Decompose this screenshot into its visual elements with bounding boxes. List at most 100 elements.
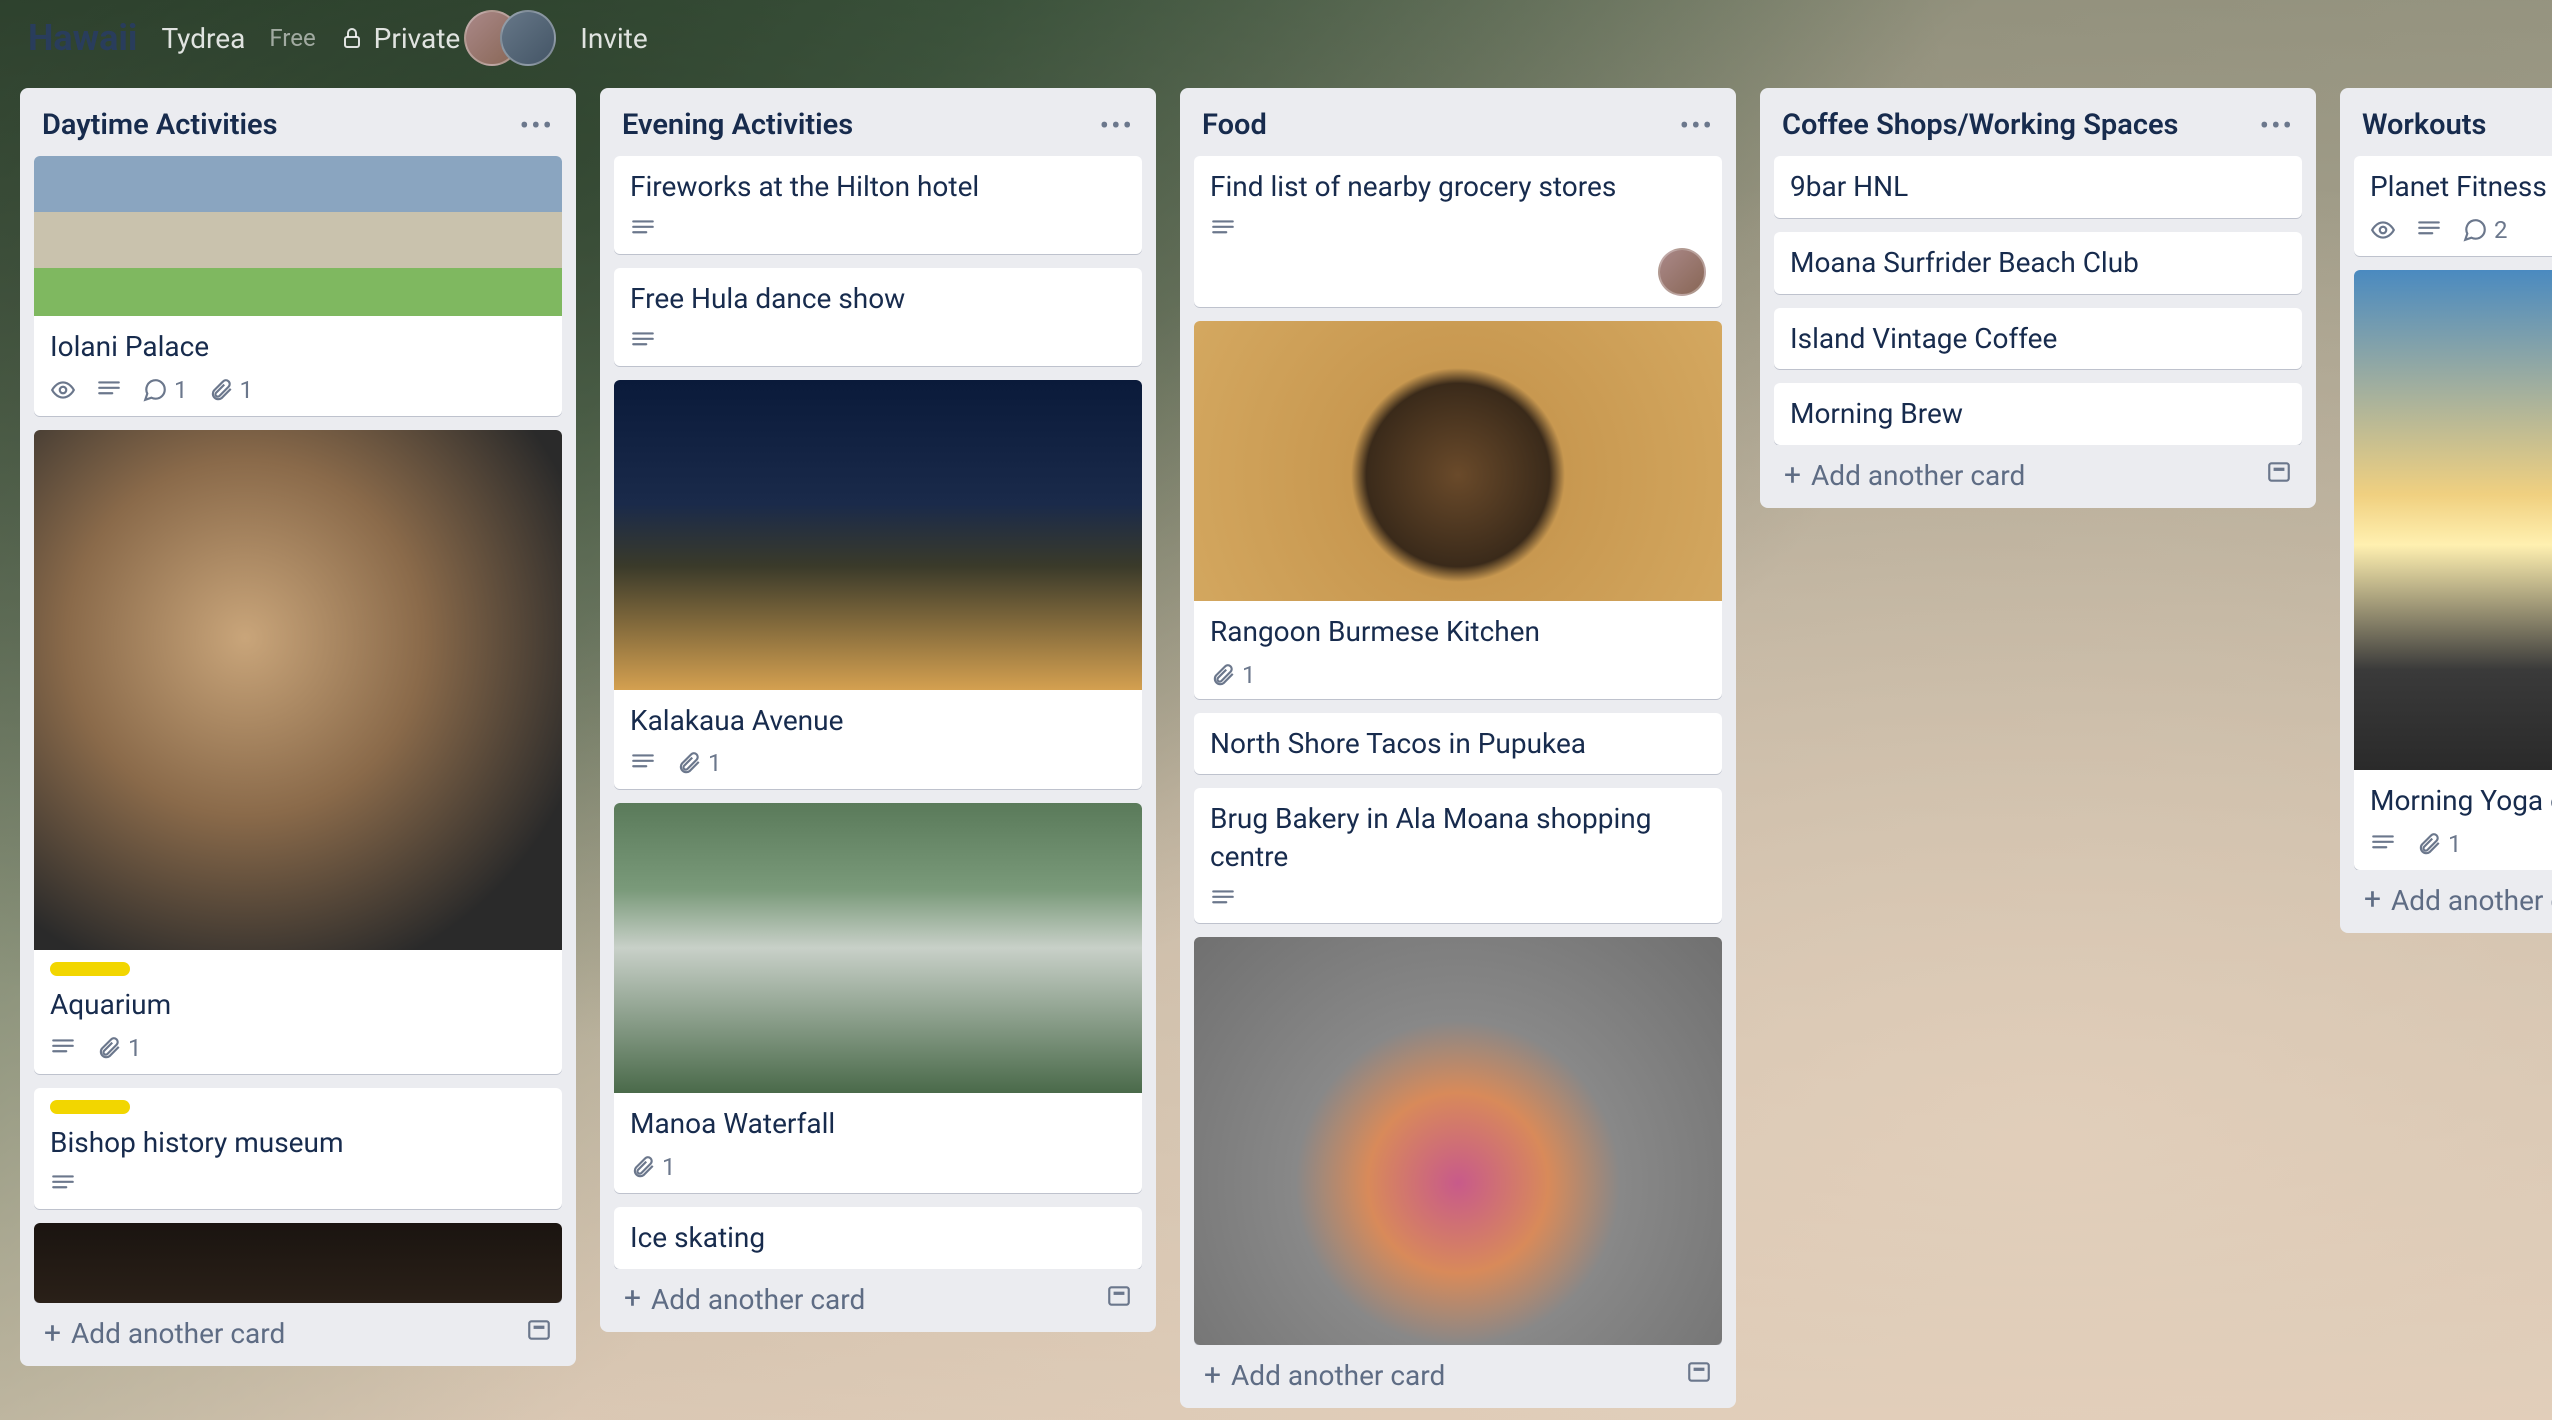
card[interactable]: North Shore Tacos in Pupukea bbox=[1194, 713, 1722, 774]
list[interactable]: Coffee Shops/Working Spaces ••• 9bar HNL… bbox=[1760, 88, 2316, 508]
description-icon bbox=[630, 216, 656, 242]
card-badges: 11 bbox=[50, 376, 546, 404]
add-card-button[interactable]: +Add another card bbox=[1774, 445, 2302, 498]
card-cover-image bbox=[34, 156, 562, 316]
list[interactable]: Workouts ••• Planet Fitness2Morning Yoga… bbox=[2340, 88, 2552, 933]
invite-button[interactable]: Invite bbox=[580, 22, 647, 55]
list-title[interactable]: Food bbox=[1202, 108, 1267, 142]
add-card-button[interactable]: +Add another card bbox=[2354, 870, 2552, 923]
card[interactable]: Fireworks at the Hilton hotel bbox=[614, 156, 1142, 254]
list-title[interactable]: Workouts bbox=[2362, 108, 2486, 142]
card[interactable]: Morning Brew bbox=[1774, 383, 2302, 445]
card-template-icon[interactable] bbox=[1106, 1283, 1132, 1316]
plus-icon: + bbox=[2364, 885, 2381, 915]
card-label[interactable] bbox=[50, 962, 130, 976]
card[interactable]: Manoa Waterfall 1 bbox=[614, 803, 1142, 1193]
card-badges bbox=[630, 216, 1126, 242]
card[interactable] bbox=[1194, 937, 1722, 1345]
card[interactable]: Aquarium1 bbox=[34, 430, 562, 1074]
card-title: Bishop history museum bbox=[50, 1124, 546, 1162]
card-cover-image bbox=[1194, 321, 1722, 601]
watch-icon bbox=[50, 377, 76, 403]
card[interactable]: Find list of nearby grocery stores bbox=[1194, 156, 1722, 307]
card-title: North Shore Tacos in Pupukea bbox=[1210, 725, 1706, 763]
card[interactable]: Free Hula dance show bbox=[614, 268, 1142, 366]
card[interactable]: Bishop history museum bbox=[34, 1088, 562, 1210]
card-badges: 1 bbox=[50, 1034, 546, 1062]
card-list: Find list of nearby grocery storesRangoo… bbox=[1194, 156, 1722, 1345]
card[interactable]: Morning Yoga or Sunset Yoga1 bbox=[2354, 270, 2552, 870]
attachments-badge: 1 bbox=[1210, 661, 1256, 689]
member-avatars[interactable] bbox=[484, 10, 556, 66]
card-template-icon[interactable] bbox=[1686, 1359, 1712, 1392]
list-menu-button[interactable]: ••• bbox=[1680, 109, 1714, 142]
list-menu-button[interactable]: ••• bbox=[1100, 109, 1134, 142]
card[interactable]: 9bar HNL bbox=[1774, 156, 2302, 218]
comments-badge: 2 bbox=[2462, 216, 2508, 244]
card-title: Iolani Palace bbox=[50, 328, 546, 366]
card-title: Manoa Waterfall bbox=[630, 1105, 1126, 1143]
card[interactable]: Island Vintage Coffee bbox=[1774, 308, 2302, 370]
card-title: 9bar HNL bbox=[1790, 168, 2286, 206]
description-icon bbox=[96, 377, 122, 403]
workspace-name[interactable]: Tydrea bbox=[161, 22, 245, 55]
plus-icon: + bbox=[1204, 1361, 1221, 1391]
attachments-badge: 1 bbox=[676, 749, 722, 777]
plus-icon: + bbox=[624, 1284, 641, 1314]
card-badges bbox=[1210, 216, 1706, 242]
card-title: Kalakaua Avenue bbox=[630, 702, 1126, 740]
description-icon bbox=[1210, 886, 1236, 912]
card[interactable]: Kalakaua Avenue 1 bbox=[614, 380, 1142, 790]
description-icon bbox=[2370, 831, 2396, 857]
card-title: Morning Yoga or Sunset Yoga bbox=[2370, 782, 2552, 820]
card-member-avatar[interactable] bbox=[1658, 248, 1706, 296]
card-cover-image bbox=[34, 430, 562, 950]
list-menu-button[interactable]: ••• bbox=[2260, 109, 2294, 142]
card[interactable]: Ice skating bbox=[614, 1207, 1142, 1269]
card-label[interactable] bbox=[50, 1100, 130, 1114]
description-icon bbox=[630, 750, 656, 776]
list-title[interactable]: Evening Activities bbox=[622, 108, 853, 142]
add-card-button[interactable]: +Add another card bbox=[614, 1269, 1142, 1322]
card-title: Brug Bakery in Ala Moana shopping centre bbox=[1210, 800, 1706, 876]
list-menu-button[interactable]: ••• bbox=[520, 109, 554, 142]
card-list: Iolani Palace11Aquarium1Bishop history m… bbox=[34, 156, 562, 1303]
card-cover-image bbox=[1194, 937, 1722, 1345]
board-header: Hawaii Tydrea Free Private Invite bbox=[0, 0, 2552, 76]
board-canvas[interactable]: Daytime Activities ••• Iolani Palace11Aq… bbox=[0, 76, 2552, 1420]
card[interactable]: Moana Surfrider Beach Club bbox=[1774, 232, 2302, 294]
add-card-button[interactable]: +Add another card bbox=[34, 1303, 562, 1356]
card-list: 9bar HNL Moana Surfrider Beach Club Island… bbox=[1774, 156, 2302, 445]
list-title[interactable]: Daytime Activities bbox=[42, 108, 278, 142]
avatar[interactable] bbox=[500, 10, 556, 66]
card-template-icon[interactable] bbox=[2266, 459, 2292, 492]
card-badges: 1 bbox=[1210, 661, 1706, 689]
card-title: Island Vintage Coffee bbox=[1790, 320, 2286, 358]
card-title: Free Hula dance show bbox=[630, 280, 1126, 318]
description-icon bbox=[630, 328, 656, 354]
description-icon bbox=[50, 1171, 76, 1197]
card[interactable] bbox=[34, 1223, 562, 1303]
plus-icon: + bbox=[44, 1319, 61, 1349]
card-cover-image bbox=[34, 1223, 562, 1303]
card-badges bbox=[630, 328, 1126, 354]
card[interactable]: Planet Fitness2 bbox=[2354, 156, 2552, 256]
list[interactable]: Daytime Activities ••• Iolani Palace11Aq… bbox=[20, 88, 576, 1366]
description-icon bbox=[50, 1035, 76, 1061]
card-title: Fireworks at the Hilton hotel bbox=[630, 168, 1126, 206]
add-card-button[interactable]: +Add another card bbox=[1194, 1345, 1722, 1398]
list-title[interactable]: Coffee Shops/Working Spaces bbox=[1782, 108, 2178, 142]
card-badges: 2 bbox=[2370, 216, 2552, 244]
card[interactable]: Rangoon Burmese Kitchen1 bbox=[1194, 321, 1722, 699]
visibility-button[interactable]: Private bbox=[340, 22, 461, 55]
card-title: Moana Surfrider Beach Club bbox=[1790, 244, 2286, 282]
card-template-icon[interactable] bbox=[526, 1317, 552, 1350]
card[interactable]: Iolani Palace 11 bbox=[34, 156, 562, 416]
list[interactable]: Food ••• Find list of nearby grocery sto… bbox=[1180, 88, 1736, 1408]
card[interactable]: Brug Bakery in Ala Moana shopping centre bbox=[1194, 788, 1722, 923]
comments-badge: 1 bbox=[142, 376, 188, 404]
board-title[interactable]: Hawaii bbox=[28, 17, 137, 59]
list[interactable]: Evening Activities ••• Fireworks at the … bbox=[600, 88, 1156, 1332]
card-badges: 1 bbox=[630, 1153, 1126, 1181]
card-cover-image bbox=[614, 803, 1142, 1093]
